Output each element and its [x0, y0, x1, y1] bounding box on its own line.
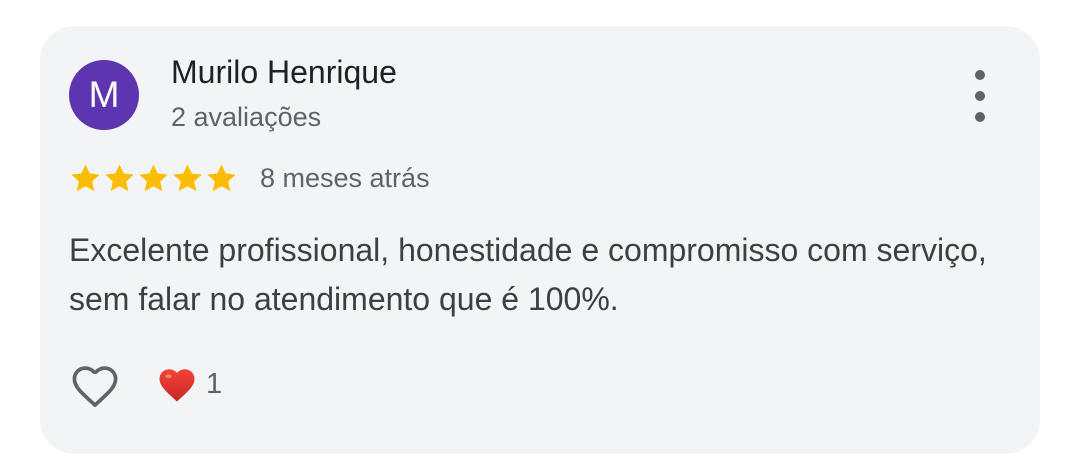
author-name[interactable]: Murilo Henrique — [171, 54, 397, 91]
star-icon — [105, 164, 134, 192]
author-review-count: 2 avaliações — [171, 102, 322, 132]
more-vert-icon — [975, 70, 985, 80]
more-vert-icon-dot — [975, 112, 985, 122]
review-card: M Murilo Henrique 2 avaliações 8 meses a… — [40, 26, 1040, 454]
more-vert-icon-dot — [975, 91, 985, 101]
reaction-count: 1 — [206, 367, 223, 400]
review-time: 8 meses atrás — [260, 163, 430, 193]
red-heart-icon — [159, 369, 195, 402]
star-icon — [173, 164, 202, 192]
star-icon — [71, 164, 100, 192]
avatar[interactable]: M — [69, 60, 139, 130]
review-text: Excelente profissional, honestidade e co… — [69, 232, 987, 317]
heart-outline-icon — [72, 366, 118, 407]
reaction-summary[interactable]: 1 — [156, 364, 222, 404]
star-icon — [207, 164, 236, 192]
star-icon — [139, 164, 168, 192]
star-rating — [69, 162, 238, 195]
like-button[interactable] — [69, 361, 121, 409]
more-options-button[interactable] — [965, 70, 995, 122]
